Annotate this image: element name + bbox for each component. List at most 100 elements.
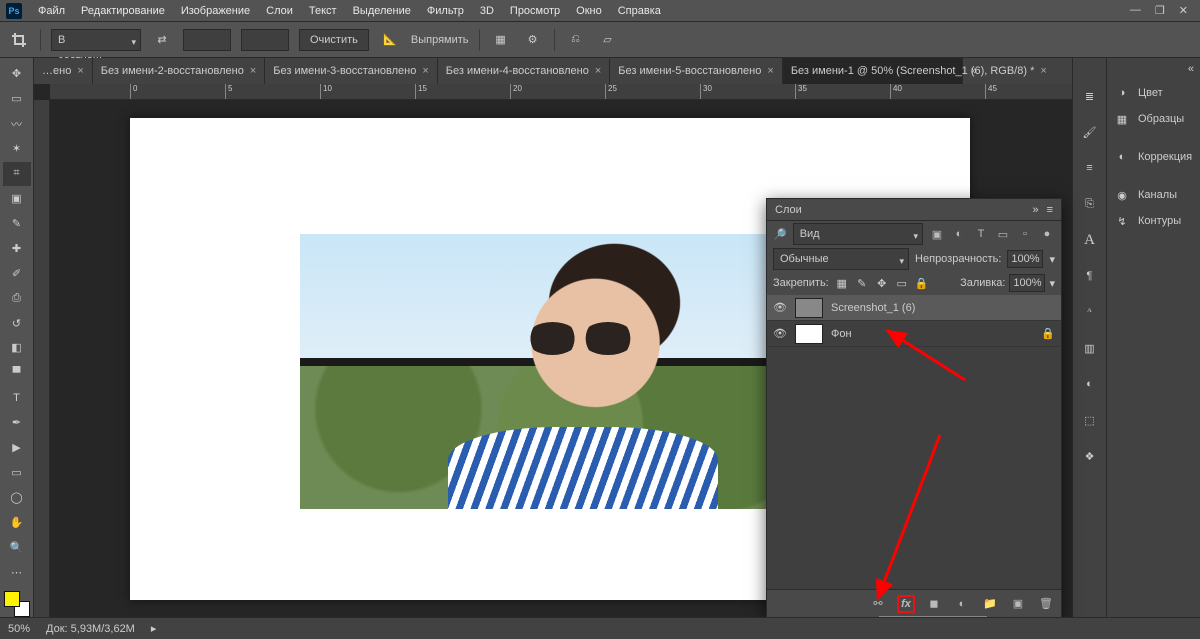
panel-menu-icon[interactable]: ≡ [1047,204,1053,216]
marquee-tool[interactable]: ▭ [3,87,31,111]
opacity-input[interactable] [1007,250,1043,268]
visibility-icon[interactable]: 👁 [773,301,787,314]
crop-width-input[interactable] [183,29,231,51]
clear-button[interactable]: Очистить [299,29,369,51]
zoom-tool[interactable]: 🔍 [3,535,31,559]
visibility-icon[interactable]: 👁 [773,327,787,340]
stamp-tool[interactable]: ⎙ [3,286,31,310]
doc-size[interactable]: Док: 5,93M/3,62M [46,623,135,635]
path-select-tool[interactable]: ▶ [3,436,31,460]
win-close[interactable]: ✕ [1179,4,1188,17]
chevron-down-icon[interactable]: ▾ [1049,253,1055,266]
crop-tool[interactable]: ⌗ [3,162,31,186]
layer-thumb[interactable] [795,298,823,318]
menu-file[interactable]: Файл [30,0,73,22]
filter-shape-icon[interactable]: ▭ [995,226,1011,242]
rectangle-tool[interactable]: ▭ [3,461,31,485]
layer-mask-icon[interactable]: ◼ [925,595,943,613]
pen-tool[interactable]: ✒ [3,411,31,435]
collapse-panel-icon[interactable]: » [1032,204,1038,216]
doc-tab[interactable]: Без имени-3-восстановлено× [265,58,438,84]
aspect-ratio-dropdown[interactable]: В соотнош… [51,29,141,51]
libraries-icon[interactable]: ▥ [1080,338,1100,358]
hand-tool[interactable]: ✋ [3,510,31,534]
content-aware-icon[interactable]: ▱ [597,29,619,51]
menu-3d[interactable]: 3D [472,0,502,22]
clone-source-icon[interactable]: ⎘ [1080,194,1100,214]
filter-toggle[interactable]: ● [1039,226,1055,242]
adjustments-icon[interactable]: ◐ [1080,374,1100,394]
delete-layer-icon[interactable]: 🗑 [1037,595,1055,613]
move-tool[interactable]: ✥ [3,62,31,86]
fill-input[interactable] [1009,274,1045,292]
overlay-grid-icon[interactable]: ▦ [490,29,512,51]
crop-settings-icon[interactable]: ⚙ [522,29,544,51]
type-tool[interactable]: T [3,386,31,410]
edit-toolbar[interactable]: ⋯ [3,560,31,584]
quick-select-tool[interactable]: ✶ [3,137,31,161]
filter-smart-icon[interactable]: ▫ [1017,226,1033,242]
win-restore[interactable]: ❐ [1155,4,1165,17]
doc-tab[interactable]: Без имени-5-восстановлено× [610,58,783,84]
menu-view[interactable]: Просмотр [502,0,568,22]
close-icon[interactable]: × [1040,65,1046,77]
chevron-down-icon[interactable]: ▾ [1049,277,1055,290]
3d-icon[interactable]: ⬚ [1080,410,1100,430]
tabs-overflow[interactable]: » [963,58,985,84]
filter-adjust-icon[interactable]: ◐ [951,226,967,242]
panel-channels[interactable]: ◉Каналы [1107,182,1200,208]
close-icon[interactable]: × [250,65,256,77]
menu-select[interactable]: Выделение [345,0,419,22]
adjustment-layer-icon[interactable]: ◐ [953,595,971,613]
lock-trans-icon[interactable]: ▦ [835,276,849,290]
zoom-level[interactable]: 50% [8,623,30,635]
close-icon[interactable]: × [767,65,773,77]
doc-tab[interactable]: Без имени-4-восстановлено× [438,58,611,84]
layer-name[interactable]: Фон [831,328,852,340]
brush-tool[interactable]: ✐ [3,261,31,285]
eyedropper-tool[interactable]: ✎ [3,211,31,235]
lasso-tool[interactable]: 〰 [3,112,31,136]
menu-filter[interactable]: Фильтр [419,0,472,22]
history-panel-icon[interactable]: ≣ [1080,86,1100,106]
new-layer-icon[interactable]: ▣ [1009,595,1027,613]
panel-color[interactable]: ◑Цвет [1107,80,1200,106]
layer-fx-button[interactable]: fx [897,595,915,613]
panel-swatches[interactable]: ▦Образцы [1107,106,1200,132]
close-icon[interactable]: × [595,65,601,77]
lock-pos-icon[interactable]: ✥ [875,276,889,290]
layer-row[interactable]: 👁 Screenshot_1 (6) [767,295,1061,321]
layer-name[interactable]: Screenshot_1 (6) [831,302,915,314]
char-panel-icon[interactable]: A [1080,230,1100,250]
delete-pixels-icon[interactable]: ⎌ [565,29,587,51]
menu-help[interactable]: Справка [610,0,669,22]
menu-image[interactable]: Изображение [173,0,258,22]
menu-text[interactable]: Текст [301,0,345,22]
close-icon[interactable]: × [77,65,83,77]
paragraph-panel-icon[interactable]: ¶ [1080,266,1100,286]
placed-image[interactable] [300,234,792,509]
win-minimize[interactable]: — [1130,4,1141,17]
lock-all-icon[interactable]: 🔒 [915,276,929,290]
eraser-tool[interactable]: ◧ [3,336,31,360]
lock-image-icon[interactable]: ✎ [855,276,869,290]
collapse-icon[interactable]: « [1188,63,1194,75]
color-swatches[interactable] [4,591,30,617]
ellipse-tool[interactable]: ◯ [3,485,31,509]
layer-thumb[interactable] [795,324,823,344]
brush-settings-icon[interactable]: ≡ [1080,158,1100,178]
crop-height-input[interactable] [241,29,289,51]
glyphs-panel-icon[interactable]: ᴬ [1080,302,1100,322]
close-icon[interactable]: × [422,65,428,77]
menu-layer[interactable]: Слои [258,0,301,22]
chevron-right-icon[interactable]: ▸ [151,622,157,635]
foreground-color[interactable] [4,591,20,607]
filter-kind-dropdown[interactable]: Вид [793,223,923,245]
layers-icon[interactable]: ❖ [1080,446,1100,466]
filter-type-icon[interactable]: T [973,226,989,242]
doc-tab[interactable]: Без имени-2-восстановлено× [93,58,266,84]
gradient-tool[interactable]: ▀ [3,361,31,385]
group-icon[interactable]: 📁 [981,595,999,613]
doc-tab-active[interactable]: Без имени-1 @ 50% (Screenshot_1 (6), RGB… [783,58,963,84]
frame-tool[interactable]: ▣ [3,187,31,211]
